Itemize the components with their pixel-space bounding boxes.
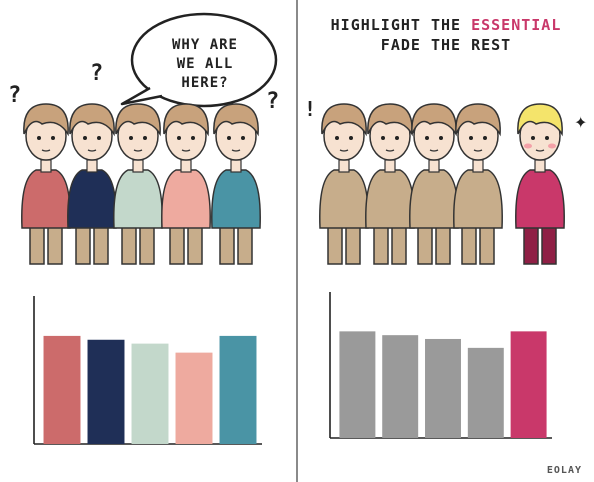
eye bbox=[227, 136, 231, 140]
sparkle-icon: ✦ bbox=[574, 113, 587, 132]
person-figure bbox=[453, 103, 503, 265]
eye bbox=[177, 136, 181, 140]
eye bbox=[129, 136, 133, 140]
chart-bar bbox=[43, 335, 81, 444]
shirt bbox=[365, 169, 415, 229]
person-figure bbox=[409, 103, 459, 265]
person-figure bbox=[161, 103, 211, 265]
chart-bar bbox=[131, 343, 169, 444]
eye bbox=[349, 136, 353, 140]
chart-bar bbox=[339, 331, 376, 438]
eye bbox=[97, 136, 101, 140]
right-illustration: ! ✦ bbox=[304, 97, 587, 439]
blush bbox=[548, 143, 556, 149]
chart-bar bbox=[467, 347, 504, 438]
left-panel: ? ? ? WHY ARE WE ALL HERE? bbox=[0, 0, 296, 482]
shirt bbox=[67, 169, 117, 229]
bubble-line: HERE? bbox=[181, 75, 229, 91]
eye bbox=[469, 136, 473, 140]
right-panel: HIGHLIGHT THE ESSENTIAL FADE THE REST ! … bbox=[298, 0, 594, 482]
blush bbox=[524, 143, 532, 149]
question-mark-icon: ? bbox=[8, 83, 21, 108]
shirt bbox=[161, 169, 211, 229]
eye bbox=[531, 136, 535, 140]
eye bbox=[191, 136, 195, 140]
neck bbox=[338, 159, 350, 173]
shirt bbox=[515, 169, 565, 229]
eye bbox=[425, 136, 429, 140]
eye bbox=[51, 136, 55, 140]
shirt bbox=[21, 169, 71, 229]
eye bbox=[83, 136, 87, 140]
neck bbox=[180, 159, 192, 173]
person-figure bbox=[515, 103, 565, 265]
shirt bbox=[409, 169, 459, 229]
eye bbox=[381, 136, 385, 140]
eye bbox=[395, 136, 399, 140]
artist-signature: EOLAY bbox=[546, 465, 582, 476]
eye bbox=[545, 136, 549, 140]
chart-bar bbox=[87, 339, 125, 444]
person-figure bbox=[67, 103, 117, 265]
eye bbox=[483, 136, 487, 140]
person-figure bbox=[113, 103, 163, 265]
eye bbox=[439, 136, 443, 140]
shirt bbox=[211, 169, 261, 229]
neck bbox=[86, 159, 98, 173]
right-people-group bbox=[319, 103, 565, 265]
bubble-line: WE ALL bbox=[176, 56, 234, 72]
person-figure bbox=[211, 103, 261, 265]
question-mark-icon: ? bbox=[266, 89, 279, 114]
chart-bar bbox=[382, 335, 419, 438]
neck bbox=[40, 159, 52, 173]
left-bar-chart bbox=[33, 296, 262, 445]
neck bbox=[384, 159, 396, 173]
neck bbox=[230, 159, 242, 173]
eye bbox=[335, 136, 339, 140]
shirt bbox=[319, 169, 369, 229]
speech-bubble-text: WHY ARE WE ALL HERE? bbox=[146, 36, 264, 93]
chart-bar bbox=[219, 335, 257, 444]
eye bbox=[143, 136, 147, 140]
eye bbox=[37, 136, 41, 140]
person-figure bbox=[365, 103, 415, 265]
person-figure bbox=[21, 103, 71, 265]
eye bbox=[241, 136, 245, 140]
chart-bar bbox=[425, 338, 461, 438]
chart-bar bbox=[510, 331, 547, 438]
neck bbox=[428, 159, 440, 173]
bubble-line: WHY ARE bbox=[171, 37, 238, 53]
exclamation-icon: ! bbox=[304, 97, 316, 121]
neck bbox=[472, 159, 484, 173]
neck bbox=[534, 159, 546, 173]
right-bar-chart bbox=[329, 292, 552, 439]
left-people-group bbox=[21, 103, 261, 265]
person-figure bbox=[319, 103, 369, 265]
question-mark-icon: ? bbox=[90, 61, 103, 86]
shirt bbox=[113, 169, 163, 229]
neck bbox=[132, 159, 144, 173]
shirt bbox=[453, 169, 503, 229]
chart-bar bbox=[175, 352, 213, 444]
